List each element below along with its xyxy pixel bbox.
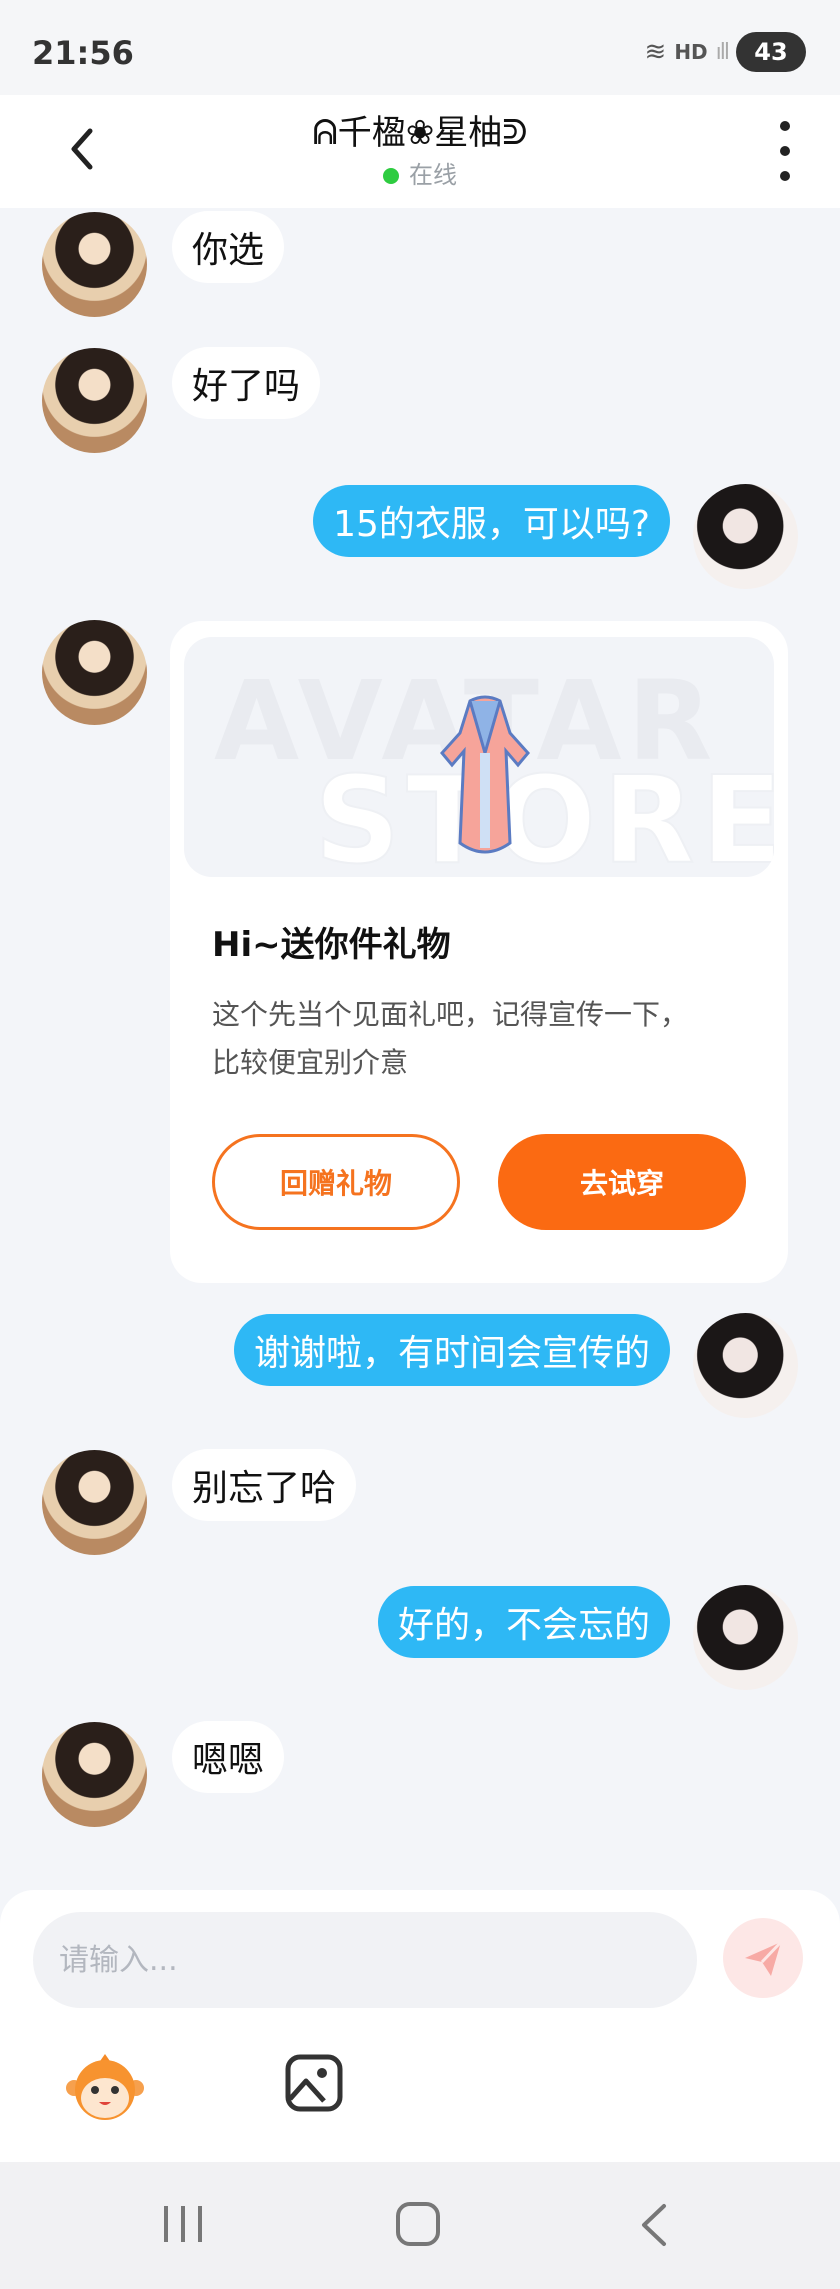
return-gift-button[interactable]: 回赠礼物	[212, 1134, 460, 1230]
gift-description: 这个先当个见面礼吧，记得宣传一下， 比较便宜别介意	[212, 991, 752, 1087]
my-avatar[interactable]	[693, 484, 798, 589]
monkey-emoji-icon	[66, 2054, 144, 2120]
message-bubble-incoming[interactable]: 别忘了哈	[172, 1449, 357, 1521]
online-status: 在线	[0, 155, 840, 190]
status-bar: 21:56 ≋ HD ıll 43	[0, 0, 840, 95]
online-dot	[383, 168, 399, 184]
try-on-button[interactable]: 去试穿	[498, 1134, 746, 1230]
contact-avatar[interactable]	[42, 620, 147, 725]
contact-avatar[interactable]	[42, 1450, 147, 1555]
image-button[interactable]	[284, 2053, 344, 2113]
contact-name: ᕱ千楹❀星柚ᕲ	[312, 113, 528, 153]
system-nav-bar	[0, 2162, 840, 2289]
home-icon[interactable]	[396, 2202, 440, 2246]
emoji-button[interactable]	[66, 2050, 144, 2126]
contact-avatar[interactable]	[42, 212, 147, 317]
message-bubble-outgoing[interactable]: 谢谢啦，有时间会宣传的	[233, 1314, 670, 1386]
image-icon	[285, 2054, 343, 2112]
composer	[0, 1890, 840, 2162]
signal-icon: ıll	[715, 39, 730, 65]
contact-avatar[interactable]	[42, 1722, 147, 1827]
nav-back-icon[interactable]	[634, 2200, 674, 2250]
status-time: 21:56	[32, 34, 134, 72]
gift-card: AVATAR STORE Hi~送你件礼物 这个先当个见面礼吧，记得宣传一下， …	[170, 621, 788, 1283]
message-input[interactable]	[33, 1912, 697, 2008]
gift-description-line: 比较便宜别介意	[212, 1046, 409, 1079]
contact-avatar[interactable]	[42, 348, 147, 453]
battery-indicator: 43	[736, 32, 806, 72]
message-bubble-incoming[interactable]: 你选	[172, 211, 285, 283]
battery-level: 43	[754, 38, 788, 66]
message-bubble-outgoing[interactable]: 15的衣服，可以吗?	[313, 485, 670, 557]
more-vertical-icon	[780, 121, 790, 131]
chat-header: ᕱ千楹❀星柚ᕲ 在线	[0, 95, 840, 208]
watermark-text: STORE	[313, 751, 774, 877]
gift-banner: AVATAR STORE	[184, 637, 774, 877]
more-dot	[780, 171, 790, 181]
message-bubble-incoming[interactable]: 嗯嗯	[172, 1721, 285, 1793]
message-bubble-outgoing[interactable]: 好的，不会忘的	[377, 1586, 670, 1658]
robe-gift-icon	[440, 695, 530, 854]
network-type: HD	[674, 40, 708, 64]
gift-description-line: 这个先当个见面礼吧，记得宣传一下，	[212, 998, 689, 1031]
gift-title: Hi~送你件礼物	[212, 925, 451, 965]
my-avatar[interactable]	[693, 1585, 798, 1690]
send-icon	[745, 1940, 783, 1976]
send-button[interactable]	[723, 1918, 803, 1998]
my-avatar[interactable]	[693, 1313, 798, 1418]
online-status-label: 在线	[409, 161, 457, 189]
recent-apps-icon[interactable]	[160, 2202, 206, 2246]
message-bubble-incoming[interactable]: 好了吗	[172, 347, 321, 419]
more-options-button[interactable]	[770, 121, 800, 181]
wifi-icon: ≋	[644, 37, 667, 67]
status-icons: ≋ HD ıll 43	[645, 32, 806, 72]
more-dot	[780, 146, 790, 156]
